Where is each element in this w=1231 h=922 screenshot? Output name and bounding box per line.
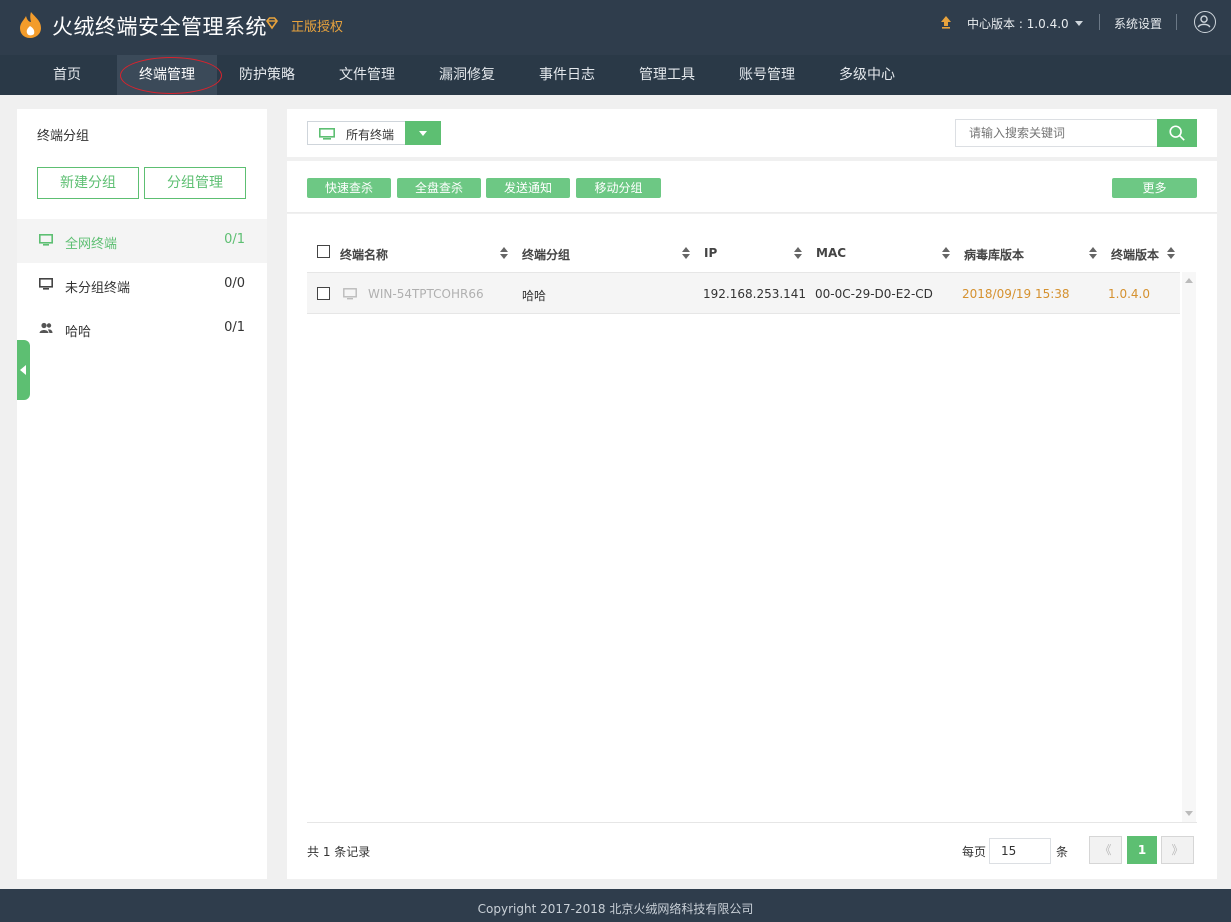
page-footer: Copyright 2017-2018 北京火绒网络科技有限公司 [0,889,1231,922]
users-icon [39,322,53,333]
terminal-ip: 192.168.253.141 [703,287,807,301]
header-divider [1099,14,1100,30]
per-page-unit: 条 [1056,845,1069,859]
caret-down-icon [419,131,427,136]
table-scrollbar[interactable] [1182,272,1196,822]
table-row[interactable]: WIN-54TPTCOHR66 哈哈 192.168.253.141 00-0C… [307,272,1180,314]
divider [307,822,1197,823]
scroll-down-icon[interactable] [1185,811,1193,816]
terminal-filter-dropdown-button[interactable] [405,121,441,145]
user-icon [1197,15,1211,28]
copyright-text: Copyright 2017-2018 北京火绒网络科技有限公司 [477,902,754,916]
huorong-logo-icon [20,12,41,38]
manage-group-button[interactable]: 分组管理 [144,167,246,199]
sort-icon[interactable] [500,247,508,259]
column-header-mac[interactable]: MAC [816,246,846,260]
search-icon [1169,125,1185,141]
license-label[interactable]: 正版授权 [291,16,343,35]
row-checkbox[interactable] [317,287,330,300]
search-input[interactable] [955,119,1157,147]
top-header: 火绒终端安全管理系统 正版授权 中心版本 : 1.0.4.0 系统设置 [0,0,1231,55]
sidebar-collapse-toggle[interactable] [17,340,30,400]
nav-event-log[interactable]: 事件日志 [517,55,617,95]
upgrade-arrow-icon[interactable] [940,15,952,29]
version-dropdown[interactable]: 中心版本 : 1.0.4.0 [967,15,1083,32]
sort-icon[interactable] [1167,247,1175,259]
terminal-mac: 00-0C-29-D0-E2-CD [815,287,933,301]
per-page-input[interactable] [989,838,1051,864]
column-header-client-version[interactable]: 终端版本 [1111,246,1159,263]
group-sidebar: 终端分组 新建分组 分组管理 全网终端 0/1 未分组终端 0/0 哈哈 0/1 [17,109,267,879]
prev-page-button[interactable]: 《 [1089,836,1122,864]
filter-toolbar: 所有终端 [287,109,1217,157]
main-nav: 首页 终端管理 防护策略 文件管理 漏洞修复 事件日志 管理工具 账号管理 多级… [0,55,1231,95]
search-button[interactable] [1157,119,1197,147]
virus-db-version: 2018/09/19 15:38 [962,287,1070,301]
monitor-icon [39,278,53,290]
page-button-current[interactable]: 1 [1127,836,1157,864]
sort-icon[interactable] [682,247,690,259]
nav-vulnerability-repair[interactable]: 漏洞修复 [417,55,517,95]
column-header-group[interactable]: 终端分组 [522,246,570,263]
sort-icon[interactable] [942,247,950,259]
group-name: 全网终端 [65,237,118,252]
nav-terminal-management[interactable]: 终端管理 [117,55,217,95]
monitor-icon [39,234,53,246]
client-version: 1.0.4.0 [1108,287,1150,301]
per-page-label: 每页 [962,845,987,859]
nav-management-tools[interactable]: 管理工具 [617,55,717,95]
scroll-up-icon[interactable] [1185,278,1193,283]
action-toolbar: 快速查杀 全盘查杀 发送通知 移动分组 更多 [287,161,1217,213]
nav-account-management[interactable]: 账号管理 [717,55,817,95]
sidebar-title: 终端分组 [37,129,90,144]
diamond-icon [265,17,279,30]
group-count: 0/1 [224,320,245,335]
move-group-button[interactable]: 移动分组 [576,178,661,198]
group-item-all[interactable]: 全网终端 0/1 [17,219,267,263]
nav-multilevel-center[interactable]: 多级中心 [817,55,917,95]
terminal-table: 终端名称 终端分组 IP MAC 病毒库版本 终端版本 WIN-54TPTCOH… [287,214,1217,879]
terminal-filter-label: 所有终端 [346,128,395,142]
sort-icon[interactable] [794,247,802,259]
nav-protection-policy[interactable]: 防护策略 [217,55,317,95]
group-item-ungrouped[interactable]: 未分组终端 0/0 [17,263,267,307]
terminal-filter-select[interactable]: 所有终端 [307,121,405,145]
group-name: 未分组终端 [65,281,131,296]
group-item-haha[interactable]: 哈哈 0/1 [17,307,267,351]
user-avatar-button[interactable] [1194,11,1216,33]
version-label: 中心版本 : 1.0.4.0 [967,17,1069,31]
nav-file-management[interactable]: 文件管理 [317,55,417,95]
full-scan-button[interactable]: 全盘查杀 [397,178,481,198]
column-header-ip[interactable]: IP [704,246,717,260]
group-count: 0/1 [224,232,245,247]
next-page-button[interactable]: 》 [1161,836,1194,864]
nav-home[interactable]: 首页 [17,55,117,95]
caret-down-icon [1074,21,1083,26]
sort-icon[interactable] [1089,247,1097,259]
column-header-name[interactable]: 终端名称 [340,246,388,263]
app-title: 火绒终端安全管理系统 [52,15,267,39]
group-count: 0/0 [224,276,245,291]
quick-scan-button[interactable]: 快速查杀 [307,178,391,198]
more-button[interactable]: 更多 [1112,178,1197,198]
arrow-left-icon [20,365,26,375]
send-notification-button[interactable]: 发送通知 [486,178,570,198]
header-divider [1176,14,1177,30]
terminal-name[interactable]: WIN-54TPTCOHR66 [368,287,484,301]
record-count: 共 1 条记录 [307,845,371,859]
terminal-group: 哈哈 [522,289,547,303]
system-settings-link[interactable]: 系统设置 [1114,15,1162,32]
select-all-checkbox[interactable] [317,245,330,258]
new-group-button[interactable]: 新建分组 [37,167,139,199]
monitor-icon [319,128,335,140]
group-name: 哈哈 [65,325,92,340]
column-header-virus-db[interactable]: 病毒库版本 [964,246,1024,263]
monitor-icon [343,288,357,300]
